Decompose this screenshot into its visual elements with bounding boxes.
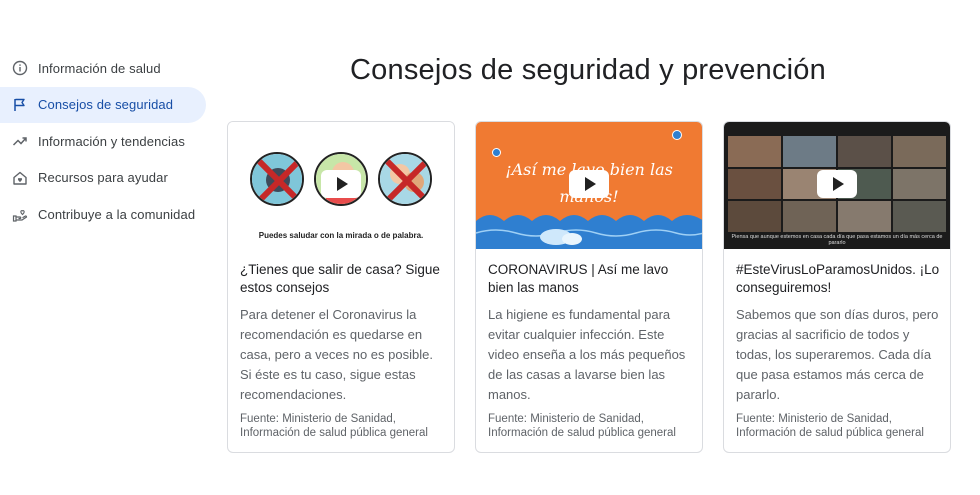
video-thumbnail[interactable]: ¡Así me lavo bien las manos! — [476, 122, 702, 249]
sidebar-item-label: Información y tendencias — [38, 133, 185, 149]
sidebar-nav: Información de salud Consejos de segurid… — [0, 50, 210, 233]
sidebar-item-informacion-de-salud[interactable]: Información de salud — [0, 50, 210, 86]
video-card[interactable]: Puedes saludar con la mirada o de palabr… — [227, 121, 455, 453]
illustration-handshake-forbidden — [250, 152, 304, 206]
play-icon[interactable] — [817, 169, 857, 198]
thumbnail-caption: Puedes saludar con la mirada o de palabr… — [258, 231, 424, 240]
trending-up-icon — [12, 133, 28, 149]
video-card[interactable]: Piensa que aunque estemos en casa cada d… — [723, 121, 951, 453]
card-source: Fuente: Ministerio de Sanidad, Informaci… — [240, 413, 428, 439]
card-description: Para detener el Coronavirus la recomenda… — [240, 307, 433, 402]
play-icon[interactable] — [321, 169, 361, 198]
wave-decoration — [476, 215, 702, 249]
video-thumbnail[interactable]: Puedes saludar con la mirada o de palabr… — [228, 122, 454, 249]
card-title[interactable]: #EsteVirusLoParamosUnidos. ¡Lo conseguir… — [736, 261, 940, 297]
page-title: Consejos de seguridad y prevención — [350, 54, 826, 86]
cards-row: Puedes saludar con la mirada o de palabr… — [227, 121, 951, 453]
sidebar-item-recursos-para-ayudar[interactable]: Recursos para ayudar — [0, 160, 210, 196]
illustration-kiss-forbidden — [378, 152, 432, 206]
card-title[interactable]: CORONAVIRUS | Así me lavo bien las manos — [488, 261, 692, 297]
volunteer-hand-icon — [12, 206, 28, 222]
sidebar-item-informacion-y-tendencias[interactable]: Información y tendencias — [0, 123, 210, 159]
video-card[interactable]: ¡Así me lavo bien las manos! CORONAVIRUS… — [475, 121, 703, 453]
sidebar-item-label: Consejos de seguridad — [38, 97, 174, 112]
sidebar-item-label: Contribuye a la comunidad — [38, 206, 196, 222]
sidebar-item-label: Información de salud — [38, 60, 161, 76]
sidebar-item-consejos-de-seguridad[interactable]: Consejos de seguridad — [0, 86, 206, 123]
play-icon[interactable] — [569, 169, 609, 198]
card-source: Fuente: Ministerio de Sanidad, Informaci… — [488, 413, 676, 439]
home-heart-icon — [12, 170, 28, 186]
thumbnail-caption: Piensa que aunque estemos en casa cada d… — [731, 234, 943, 246]
card-source: Fuente: Ministerio de Sanidad, Informaci… — [736, 413, 924, 439]
sidebar-item-label: Recursos para ayudar — [38, 170, 168, 185]
card-title[interactable]: ¿Tienes que salir de casa? Sigue estos c… — [240, 261, 444, 297]
sidebar-item-contribuye-a-la-comunidad[interactable]: Contribuye a la comunidad — [0, 196, 210, 232]
info-icon — [12, 60, 28, 76]
video-thumbnail[interactable]: Piensa que aunque estemos en casa cada d… — [724, 122, 950, 249]
flag-icon — [12, 97, 28, 113]
card-description: La higiene es fundamental para evitar cu… — [488, 307, 686, 402]
card-description: Sabemos que son días duros, pero gracias… — [736, 307, 939, 402]
